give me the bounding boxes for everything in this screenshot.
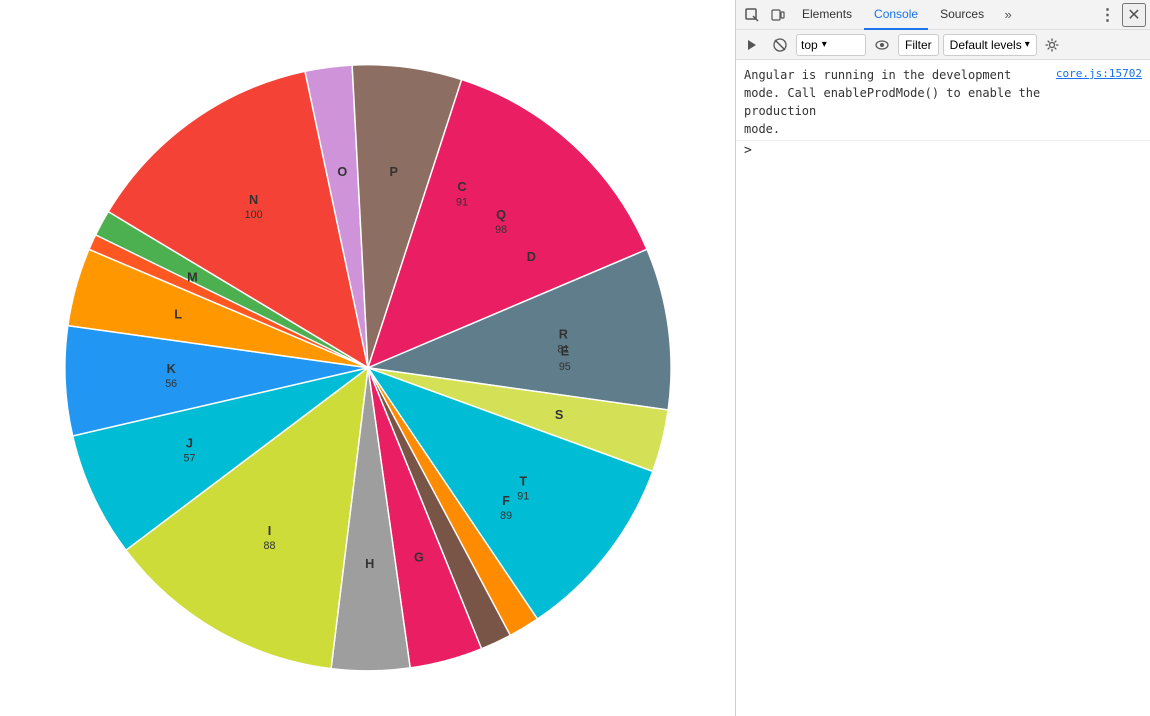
- slice-value: 81: [557, 344, 569, 356]
- eye-icon-button[interactable]: [870, 33, 894, 57]
- console-settings-button[interactable]: [1041, 34, 1063, 56]
- slice-label: G: [414, 550, 424, 564]
- slice-label: L: [174, 307, 182, 321]
- slice-value: 91: [456, 196, 468, 208]
- slice-label: O: [337, 165, 347, 179]
- slice-value: 91: [517, 491, 529, 503]
- slice-label: H: [365, 557, 374, 571]
- chart-panel: C91DE95F89GHI88J57K56LMN100OPQ98R81ST91: [0, 0, 735, 716]
- slice-label: F: [502, 494, 510, 508]
- slice-label: J: [185, 437, 192, 451]
- slice-label: I: [267, 524, 271, 538]
- slice-label: P: [389, 165, 398, 179]
- slice-label: T: [519, 475, 527, 489]
- pie-chart: C91DE95F89GHI88J57K56LMN100OPQ98R81ST91: [18, 8, 718, 708]
- slice-value: 89: [500, 510, 512, 522]
- slice-value: 98: [495, 224, 507, 236]
- filter-button[interactable]: Filter: [898, 34, 939, 56]
- console-message-source[interactable]: core.js:15702: [1056, 66, 1142, 83]
- devtools-panel: Elements Console Sources » ⋮ ✕ top ▾: [735, 0, 1150, 716]
- slice-value: 100: [244, 209, 262, 221]
- slice-label: R: [558, 328, 567, 342]
- slice-label: N: [249, 193, 258, 207]
- clear-console-button[interactable]: [768, 33, 792, 57]
- console-prompt-arrow: >: [744, 143, 752, 158]
- devtools-close-button[interactable]: ✕: [1122, 3, 1146, 27]
- tab-sources[interactable]: Sources: [930, 0, 994, 30]
- context-dropdown-value: top: [801, 38, 818, 52]
- more-tabs-button[interactable]: »: [996, 3, 1020, 27]
- slice-value: 57: [183, 453, 195, 465]
- slice-value: 56: [165, 378, 177, 390]
- slice-value: 95: [558, 361, 570, 373]
- devtools-tab-bar: Elements Console Sources » ⋮ ✕: [736, 0, 1150, 30]
- run-script-button[interactable]: [740, 33, 764, 57]
- console-input[interactable]: [758, 144, 1142, 158]
- console-prompt[interactable]: >: [736, 141, 1150, 160]
- console-message-item: Angular is running in the development mo…: [736, 64, 1150, 141]
- console-output: Angular is running in the development mo…: [736, 60, 1150, 716]
- console-toolbar: top ▾ Filter Default levels ▾: [736, 30, 1150, 60]
- default-levels-button[interactable]: Default levels ▾: [943, 34, 1037, 56]
- context-dropdown[interactable]: top ▾: [796, 34, 866, 56]
- slice-label: D: [526, 250, 535, 264]
- slice-value: 88: [263, 540, 275, 552]
- devtools-more-options-button[interactable]: ⋮: [1096, 3, 1120, 27]
- chevron-down-icon: ▾: [822, 39, 827, 50]
- console-message-text: Angular is running in the development mo…: [744, 66, 1048, 138]
- slice-label: K: [166, 362, 176, 376]
- inspect-element-button[interactable]: [740, 3, 764, 27]
- slice-label: S: [554, 408, 562, 422]
- slice-label: Q: [496, 208, 506, 222]
- tab-console[interactable]: Console: [864, 0, 928, 30]
- slice-label: M: [187, 271, 198, 285]
- device-toolbar-button[interactable]: [766, 3, 790, 27]
- slice-label: C: [457, 180, 466, 194]
- chevron-down-icon-2: ▾: [1025, 39, 1030, 50]
- tab-elements[interactable]: Elements: [792, 0, 862, 30]
